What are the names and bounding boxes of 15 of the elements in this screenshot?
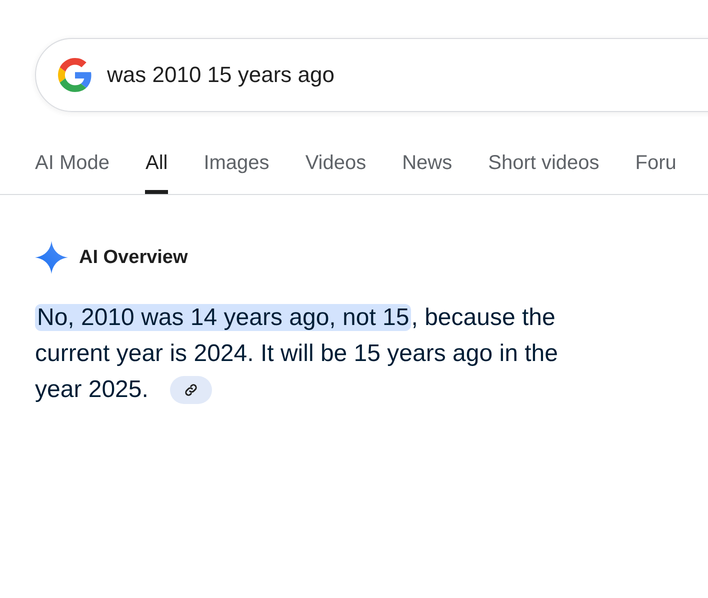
search-tab[interactable]: Images [204, 152, 270, 194]
link-icon [184, 383, 198, 397]
overview-title: AI Overview [79, 246, 188, 268]
google-logo-icon [58, 58, 92, 92]
search-tab[interactable]: Foru [635, 152, 676, 194]
search-tab[interactable]: All [145, 152, 168, 194]
search-tab[interactable]: Videos [305, 152, 366, 194]
search-tab[interactable]: AI Mode [35, 152, 110, 194]
sparkle-icon [35, 241, 68, 274]
source-link-button[interactable] [170, 376, 212, 404]
search-query[interactable]: was 2010 15 years ago [107, 62, 507, 88]
search-bar[interactable]: was 2010 15 years ago [35, 38, 708, 112]
search-tab[interactable]: Short videos [488, 152, 600, 194]
search-tab[interactable]: News [402, 152, 452, 194]
answer-text: No, 2010 was 14 years ago, not 15, because the current year is 2024. It will be 15 years ago in the year 2025. [35, 303, 559, 405]
